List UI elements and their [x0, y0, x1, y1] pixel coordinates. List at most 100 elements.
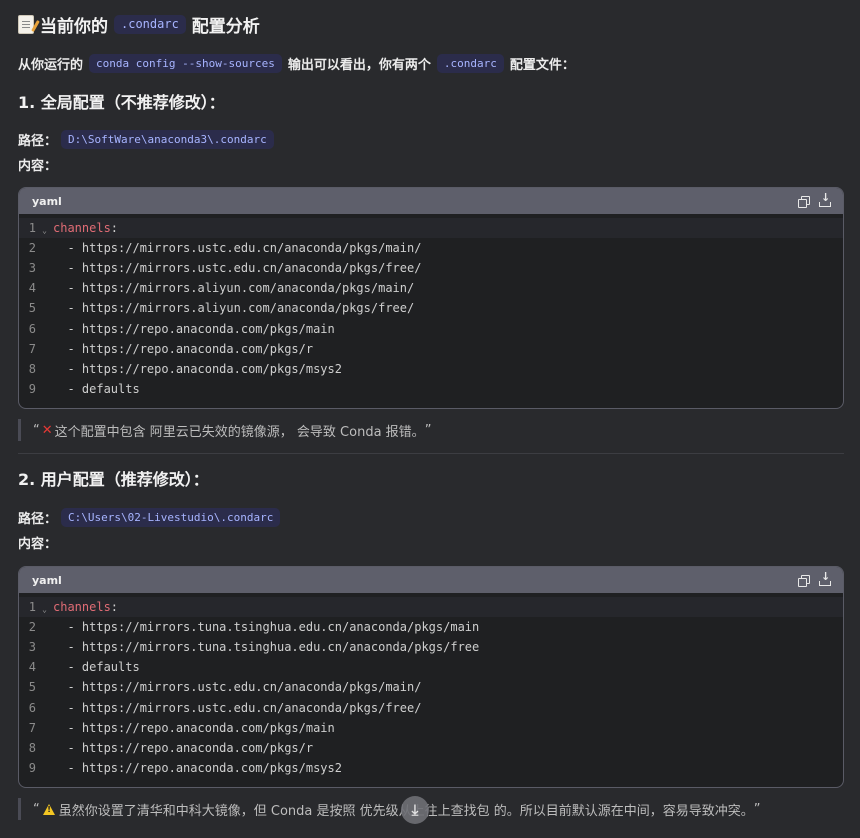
code-text: channels: [53, 600, 118, 614]
fold-gutter [36, 625, 53, 629]
line-number: 6 [28, 321, 36, 336]
line-number: 8 [28, 361, 36, 376]
fold-gutter [36, 766, 53, 770]
chevron-down-icon[interactable]: ⌄ [36, 601, 53, 614]
code-line: 9 - defaults [19, 379, 843, 399]
code-body: 1 ⌄ channels: 2 - https://mirrors.tuna.tsin… [19, 593, 843, 784]
code-language: yaml [32, 194, 62, 208]
code-body: 1 ⌄ channels: 2 - https://mirrors.ustc.edu.… [19, 214, 843, 405]
fold-gutter [36, 665, 53, 669]
fold-gutter [36, 685, 53, 689]
code-text: - defaults [53, 660, 140, 675]
fold-gutter [36, 327, 53, 331]
code-line: 2 - https://mirrors.ustc.edu.cn/anaconda… [19, 238, 843, 258]
code-text: channels: [53, 221, 118, 235]
line-number: 4 [28, 281, 36, 296]
code-block: yaml 1⌄channels:2 - https://mirrors.ustc… [18, 187, 844, 409]
path-code: D:\SoftWare\anaconda3\.condarc [61, 129, 274, 149]
code-block-header: yaml [19, 188, 843, 214]
line-number: 2 [28, 241, 36, 256]
code-text: - https://mirrors.ustc.edu.cn/anaconda/p… [53, 261, 422, 276]
line-number: 4 [28, 660, 36, 675]
section-heading: 1. 全局配置（不推荐修改）： [18, 93, 225, 112]
code-block: yaml 1⌄channels: 2 - https://mirrors.tuna… [18, 566, 844, 788]
code-line: 7 - https://repo.anaconda.com/pkgs/r [19, 339, 843, 359]
line-number: 5 [28, 680, 36, 695]
download-icon[interactable] [819, 570, 831, 586]
code-text: - https://repo.anaconda.com/pkgs/msys2 [53, 760, 342, 775]
code-text: - https://mirrors.aliyun.com/anaconda/pk… [53, 301, 415, 316]
code-text: - https://mirrors.aliyun.com/anaconda/pk… [53, 281, 415, 296]
line-number: 9 [28, 760, 36, 775]
fold-gutter [36, 266, 53, 270]
copy-icon[interactable] [798, 195, 810, 208]
download-icon[interactable] [819, 191, 831, 207]
code-block-header: yaml [19, 567, 843, 593]
code-line: 4 - defaults [19, 657, 843, 677]
code-line: 5 - https://mirrors.ustc.edu.cn/anaconda… [19, 677, 843, 697]
code-text: - defaults [53, 381, 140, 396]
chevron-down-icon[interactable]: ⌄ [36, 222, 53, 235]
code-line: 3 - https://mirrors.ustc.edu.cn/anaconda… [19, 258, 843, 278]
fold-gutter [36, 246, 53, 250]
code-line: 3 - https://mirrors.tuna.tsinghua.edu.cn… [19, 637, 843, 657]
yaml-punct: : [110, 600, 119, 615]
fold-gutter [36, 347, 53, 351]
path-row: 路径： C:\Users\02-Livestudio\.condarc [18, 507, 281, 527]
yaml-key: channels [53, 600, 111, 615]
fold-gutter [36, 746, 53, 750]
path-code: C:\Users\02-Livestudio\.condarc [61, 507, 281, 527]
page-title: 当前你的 .condarc 配置分析 [18, 11, 260, 37]
scroll-to-bottom-button[interactable]: ⤓ [401, 796, 429, 824]
code-actions [798, 570, 831, 587]
code-line: 4 - https://mirrors.aliyun.com/anaconda/… [19, 278, 843, 298]
section-heading: 2. 用户配置（推荐修改）： [18, 470, 209, 489]
code-text: - https://repo.anaconda.com/pkgs/r [53, 341, 314, 356]
yaml-punct: : [110, 221, 119, 236]
cross-mark-icon: ✕ [41, 422, 53, 438]
content-label: 内容： [18, 158, 58, 174]
code-line: 8 - https://repo.anaconda.com/pkgs/msys2 [19, 359, 843, 379]
fold-gutter [36, 306, 53, 310]
line-number: 9 [28, 381, 36, 396]
line-number: 5 [28, 301, 36, 316]
memo-icon [18, 14, 34, 34]
line-number: 8 [28, 740, 36, 755]
code-actions [798, 191, 831, 208]
line-number: 1 [28, 221, 36, 236]
code-line: 1 ⌄ channels: [19, 597, 843, 618]
warning-icon [42, 803, 55, 815]
yaml-key: channels [53, 221, 111, 236]
code-language: yaml [32, 573, 62, 587]
blockquote-note: “ ✕ 这个配置中包含 阿里云已失效的镜像源， 会导致 Conda 报错。 ” [18, 419, 844, 441]
inline-code: .condarc [114, 14, 186, 34]
fold-gutter [36, 286, 53, 290]
code-text: - https://mirrors.ustc.edu.cn/anaconda/p… [53, 700, 422, 715]
inline-code: conda config --show-sources [89, 53, 282, 73]
intro-paragraph: 从你运行的 conda config --show-sources 输出可以看出… [18, 53, 575, 73]
fold-gutter [36, 367, 53, 371]
line-number: 7 [28, 341, 36, 356]
line-number: 2 [28, 620, 36, 635]
code-line: 8 - https://repo.anaconda.com/pkgs/r [19, 738, 843, 758]
blockquote-note: “ 虽然你设置了清华和中科大镜像，但 Conda 是按照 优先级从上往上查找包 … [18, 798, 844, 820]
code-line: 7 - https://repo.anaconda.com/pkgs/main [19, 718, 843, 738]
code-text: - https://mirrors.ustc.edu.cn/anaconda/p… [53, 241, 422, 256]
code-text: - https://repo.anaconda.com/pkgs/main [53, 720, 335, 735]
line-number: 6 [28, 700, 36, 715]
code-text: - https://repo.anaconda.com/pkgs/main [53, 321, 335, 336]
fold-gutter [36, 645, 53, 649]
code-line: 5 - https://mirrors.aliyun.com/anaconda/… [19, 298, 843, 318]
code-line: 1 ⌄ channels: [19, 218, 843, 239]
code-text: - https://mirrors.ustc.edu.cn/anaconda/p… [53, 680, 422, 695]
code-line: 9 - https://repo.anaconda.com/pkgs/msys2 [19, 758, 843, 778]
copy-icon[interactable] [798, 574, 810, 587]
fold-gutter [36, 387, 53, 391]
code-text: - https://repo.anaconda.com/pkgs/msys2 [53, 361, 342, 376]
code-line: 6 - https://repo.anaconda.com/pkgs/main [19, 318, 843, 338]
code-text: - https://mirrors.tuna.tsinghua.edu.cn/a… [53, 620, 480, 635]
line-number: 3 [28, 640, 36, 655]
path-row: 路径： D:\SoftWare\anaconda3\.condarc [18, 129, 274, 149]
fold-gutter [36, 726, 53, 730]
inline-code: .condarc [436, 53, 504, 73]
